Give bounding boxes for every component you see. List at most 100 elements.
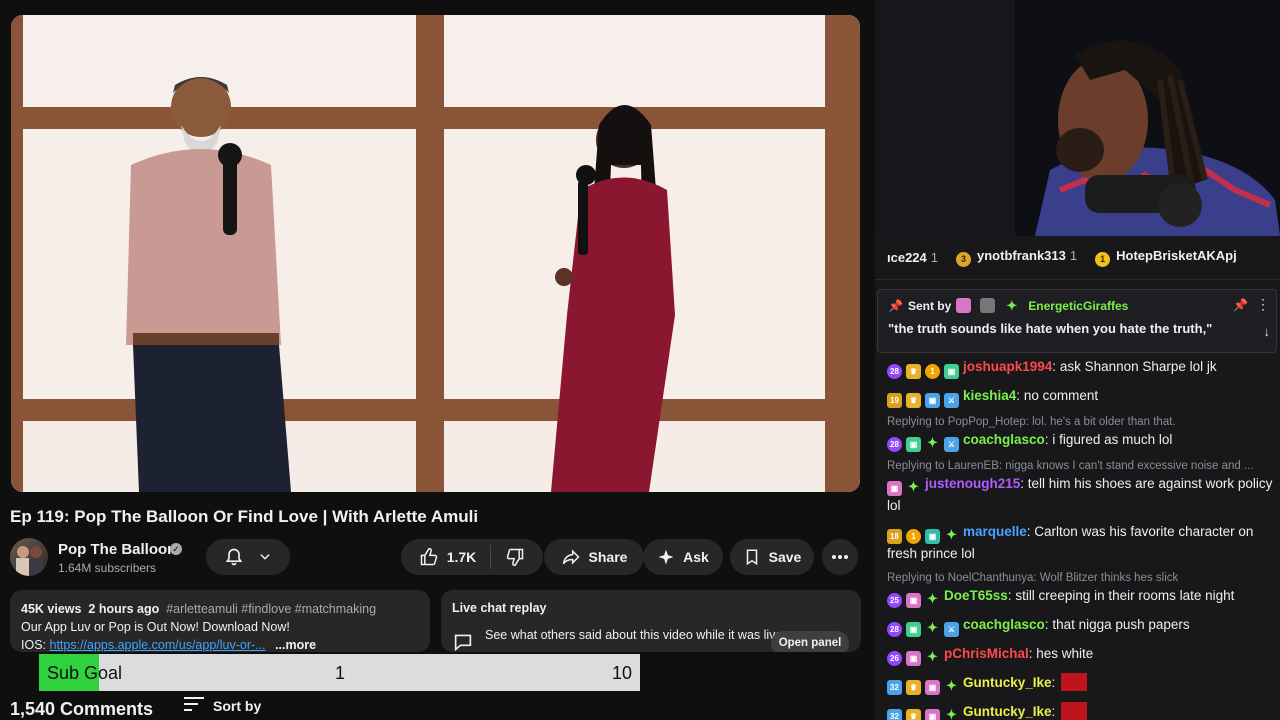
- save-label: Save: [768, 549, 802, 565]
- chat-message[interactable]: 18 1 ▣ ✦ marquelle: Carlton was his favorite…: [887, 522, 1275, 564]
- sub-badge-icon: 32: [887, 709, 902, 720]
- sort-icon: [184, 697, 204, 714]
- youtube-pane: Ep 119: Pop The Balloon Or Find Love | W…: [0, 0, 875, 720]
- sub-goal-label: Sub Goal: [47, 663, 123, 683]
- gift-badge-icon: ▣: [906, 622, 921, 637]
- stream-chat: ıce224 1 3 ynotbfrank313 1 1 HotepBrisketAKA…: [875, 236, 1280, 720]
- gift-badge-icon: ▣: [925, 529, 940, 544]
- show-more-link[interactable]: ...more: [275, 638, 316, 652]
- chat-username[interactable]: coachglasco: [963, 432, 1045, 447]
- like-button[interactable]: 1.7K: [419, 545, 492, 569]
- crown-badge-icon: ♛: [906, 393, 921, 408]
- sub-badge-icon: 28: [887, 437, 902, 452]
- more-actions-button[interactable]: [822, 539, 858, 575]
- bell-icon: [224, 547, 244, 567]
- live-chat-replay-card: Live chat replay See what others said ab…: [441, 590, 861, 652]
- description-meta: 45K views 2 hours ago #arletteamuli #fin…: [21, 600, 419, 618]
- tool-badge-icon: ⚔: [944, 437, 959, 452]
- open-panel-button[interactable]: Open panel: [771, 631, 849, 652]
- gift-badge-icon: ▣: [906, 651, 921, 666]
- video-player[interactable]: [11, 15, 860, 492]
- expand-down-icon[interactable]: ↓: [1264, 324, 1271, 339]
- chat-message[interactable]: 25 ▣ ✦ DoeT65ss: still creeping in their ro…: [887, 586, 1275, 608]
- leaderboard-entry[interactable]: ıce224 1: [887, 250, 938, 265]
- emote-image: [1061, 702, 1088, 720]
- chat-message[interactable]: 28 ♛ 1 ▣ joshuapk1994: ask Shannon Sharpe lo…: [887, 357, 1275, 379]
- pinned-sender[interactable]: EnergeticGiraffes: [1028, 299, 1128, 313]
- notification-button[interactable]: [206, 539, 290, 575]
- chat-text: i figured as much lol: [1052, 432, 1173, 447]
- star-badge-icon: ✦: [946, 678, 957, 693]
- leaderboard-entry[interactable]: 3 ynotbfrank313 1: [956, 248, 1077, 267]
- star-badge-icon: ✦: [908, 479, 919, 494]
- chat-username[interactable]: DoeT65ss: [944, 588, 1008, 603]
- chat-message[interactable]: 32 ♛ ▣ ✦ Guntucky_Ike:: [887, 702, 1275, 720]
- channel-name[interactable]: Pop The Balloon: [58, 541, 176, 558]
- description-line: Our App Luv or Pop is Out Now! Download …: [21, 620, 290, 634]
- chat-message[interactable]: 26 ▣ ✦ pChrisMichal: hes white: [887, 644, 1275, 666]
- chat-text: no comment: [1023, 388, 1099, 403]
- chat-message[interactable]: ▣ ✦ justenough215: tell him his shoes are …: [887, 474, 1275, 516]
- upload-age: 2 hours ago: [88, 602, 160, 616]
- chat-username[interactable]: Guntucky_Ike: [963, 675, 1052, 690]
- crown-badge-icon: ♛: [906, 709, 921, 720]
- star-badge-icon: ✦: [927, 620, 938, 635]
- sub-badge-icon: 19: [887, 393, 902, 408]
- reply-context: Replying to LaurenEB: nigga knows I can'…: [887, 460, 1254, 472]
- chat-username[interactable]: marquelle: [963, 524, 1027, 539]
- description-box[interactable]: 45K views 2 hours ago #arletteamuli #fin…: [10, 590, 430, 652]
- chat-message[interactable]: 19 ♛ ▣ ⚔ kieshia4: no comment: [887, 386, 1275, 408]
- chat-bubble-icon: [453, 633, 473, 652]
- badge-icon: [980, 298, 996, 313]
- coin-badge-icon: 1: [925, 364, 940, 379]
- ask-label: Ask: [683, 549, 709, 565]
- chat-message[interactable]: 28 ▣ ✦ ⚔ coachglasco: that nigga push papers: [887, 615, 1275, 637]
- gift-badge-icon: ▣: [925, 709, 940, 720]
- comments-count: 1,540 Comments: [10, 699, 154, 719]
- reply-context: Replying to PopPop_Hotep: lol. he's a bi…: [887, 416, 1176, 428]
- like-count: 1.7K: [446, 549, 477, 565]
- leaderboard-entry[interactable]: 1 HotepBrisketAKApj: [1095, 248, 1241, 267]
- ask-button[interactable]: Ask: [643, 539, 723, 575]
- crown-badge-icon: ♛: [906, 680, 921, 695]
- chat-message[interactable]: 28 ▣ ✦ ⚔ coachglasco: i figured as much lol: [887, 430, 1275, 452]
- chat-text: that nigga push papers: [1052, 617, 1190, 632]
- chat-username[interactable]: joshuapk1994: [963, 359, 1052, 374]
- chat-username[interactable]: justenough215: [925, 476, 1020, 491]
- chat-message[interactable]: 32 ♛ ▣ ✦ Guntucky_Ike:: [887, 673, 1275, 695]
- video-frame-illustration: [11, 15, 860, 492]
- like-dislike-group: 1.7K: [401, 539, 543, 575]
- pin-toggle-icon[interactable]: 📌: [1233, 298, 1248, 312]
- chat-username[interactable]: coachglasco: [963, 617, 1045, 632]
- sort-by-button[interactable]: Sort by: [184, 697, 261, 714]
- chat-text: Carlton was his favorite character on fr…: [887, 524, 1254, 561]
- sub-badge-icon: 28: [887, 622, 902, 637]
- chat-username[interactable]: kieshia4: [963, 388, 1016, 403]
- channel-row: Pop The Balloon ✓ 1.64M subscribers 1.7K: [10, 538, 860, 580]
- chat-username[interactable]: Guntucky_Ike: [963, 704, 1052, 719]
- chat-text: still creeping in their rooms late night: [1015, 588, 1235, 603]
- chevron-down-icon: [258, 550, 272, 564]
- star-badge-icon: ✦: [927, 435, 938, 450]
- chat-username[interactable]: pChrisMichal: [944, 646, 1029, 661]
- more-vertical-icon[interactable]: ⋮: [1256, 296, 1270, 313]
- thumbs-down-icon: [507, 548, 524, 567]
- badge-icon: [956, 298, 972, 313]
- dislike-button[interactable]: [491, 547, 525, 567]
- sub-badge-icon: 28: [887, 364, 902, 379]
- hashtags[interactable]: #arletteamuli #findlove #matchmaking: [166, 602, 376, 616]
- crown-badge-icon: ♛: [906, 364, 921, 379]
- subscriber-count: 1.64M subscribers: [58, 561, 157, 575]
- save-button[interactable]: Save: [730, 539, 814, 575]
- channel-avatar[interactable]: [10, 538, 48, 576]
- pinned-message[interactable]: 📌 Sent by ✦ EnergeticGiraffes 📌 ⋮ ↓ "the…: [877, 289, 1277, 353]
- emote-image: [1061, 673, 1088, 691]
- star-badge-icon: ✦: [1006, 298, 1018, 313]
- share-button[interactable]: Share: [544, 539, 644, 575]
- sort-by-label: Sort by: [213, 697, 262, 714]
- ios-app-link[interactable]: https://apps.apple.com/us/app/luv-or-...: [50, 638, 266, 652]
- gold-medal-icon: 1: [1095, 252, 1111, 267]
- thumbs-up-icon: [419, 547, 439, 567]
- share-label: Share: [588, 549, 628, 565]
- tool-badge-icon: ⚔: [944, 393, 959, 408]
